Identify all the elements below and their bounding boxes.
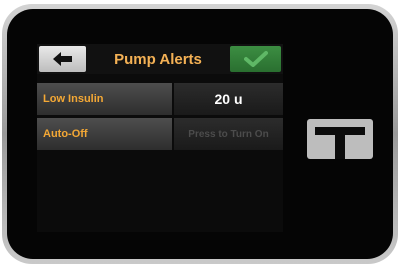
page-title: Pump Alerts	[114, 50, 202, 68]
checkmark-icon	[243, 51, 268, 67]
arrow-left-icon	[52, 52, 72, 66]
pump-screen: Pump Alerts Low Insulin 20 u Auto-Off Pr…	[37, 44, 283, 232]
low-insulin-value-button[interactable]: 20 u	[174, 83, 283, 115]
setting-label: Low Insulin	[37, 83, 172, 115]
setting-row-low-insulin[interactable]: Low Insulin 20 u	[37, 83, 283, 115]
setting-row-auto-off[interactable]: Auto-Off Press to Turn On	[37, 118, 283, 150]
confirm-button[interactable]	[230, 46, 281, 72]
title-bar: Pump Alerts	[37, 44, 283, 74]
setting-label: Auto-Off	[37, 118, 172, 150]
back-button[interactable]	[39, 46, 86, 72]
auto-off-toggle-button[interactable]: Press to Turn On	[174, 118, 283, 150]
t-logo-button[interactable]	[307, 119, 373, 159]
t-logo-stem	[335, 133, 345, 159]
